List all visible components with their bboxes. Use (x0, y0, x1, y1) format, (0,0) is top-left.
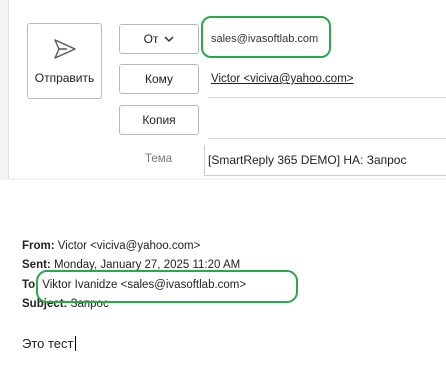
send-button-label: Отправить (34, 71, 95, 85)
send-icon (54, 39, 76, 59)
to-button-label: Кому (144, 72, 174, 86)
subject-label: Тема (145, 153, 173, 165)
send-button[interactable]: Отправить (27, 23, 102, 99)
cc-input[interactable] (208, 102, 446, 138)
quoted-from: From: Victor <viciva@yahoo.com> (22, 240, 201, 252)
subject-value: [SmartReply 365 DEMO] НА: Запрос (208, 153, 407, 167)
cc-button-label: Копия (142, 113, 176, 127)
cc-field-divider (208, 138, 446, 139)
from-button-label: От (143, 32, 159, 46)
from-button[interactable]: От (119, 24, 199, 54)
from-address[interactable]: sales@ivasoftlab.com (211, 33, 318, 45)
to-button[interactable]: Кому (119, 64, 199, 94)
quoted-to-highlight-oval (36, 270, 298, 303)
body-text[interactable]: Это тест (22, 336, 76, 351)
text-caret (74, 336, 76, 351)
chevron-down-icon (164, 36, 174, 43)
cc-button[interactable]: Копия (119, 105, 199, 135)
to-field-divider (208, 97, 446, 98)
to-recipient[interactable]: Victor <viciva@yahoo.com> (211, 73, 354, 85)
